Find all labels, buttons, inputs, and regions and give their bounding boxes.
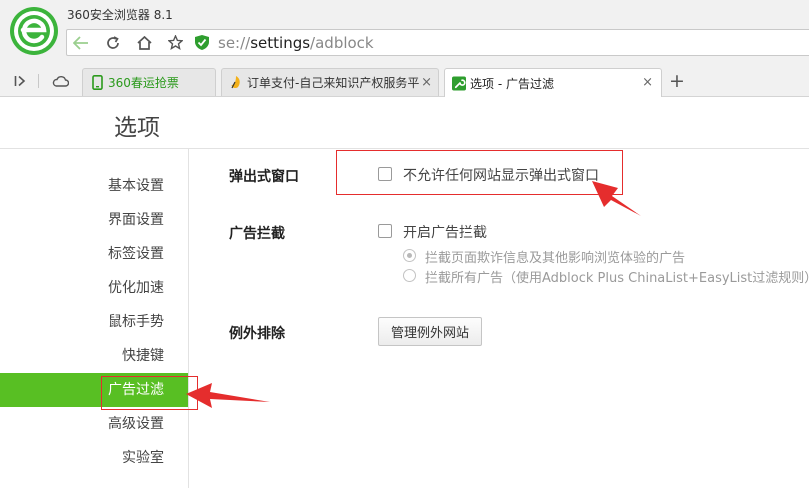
arrow-left-icon (73, 35, 88, 50)
home-button[interactable] (131, 30, 157, 55)
phone-icon (90, 75, 104, 91)
url-text[interactable]: se://settings/adblock (218, 34, 374, 52)
tab-adblock-settings[interactable]: 选项 - 广告过滤 × (444, 68, 662, 97)
divider (188, 149, 189, 488)
home-icon (136, 35, 152, 50)
tab-train-tickets[interactable]: 360春运抢票 (82, 68, 216, 96)
page-title: 选项 (114, 115, 160, 141)
annotation-arrow (186, 383, 270, 408)
adblock-option-all-radio[interactable] (403, 269, 416, 282)
annotation-highlight-box (101, 376, 198, 410)
annotation-highlight-box (336, 150, 623, 195)
new-tab-button[interactable]: + (667, 70, 687, 92)
address-bar[interactable]: se://settings/adblock (66, 29, 809, 56)
shield-check-icon (195, 35, 209, 50)
wrench-icon (452, 75, 466, 91)
tab-label: 订单支付-自己来知识产权服务平 (247, 76, 420, 90)
enable-adblock-label[interactable]: 开启广告拦截 (403, 222, 487, 242)
enable-adblock-checkbox[interactable] (378, 224, 392, 238)
close-tab-icon[interactable]: × (642, 75, 653, 90)
exceptions-section-label: 例外排除 (229, 326, 285, 342)
tab-bar: 360春运抢票 订单支付-自己来知识产权服务平 × 选项 - 广告过滤 × + (0, 66, 809, 97)
manage-exceptions-button[interactable]: 管理例外网站 (378, 317, 482, 346)
tab-order-payment[interactable]: 订单支付-自己来知识产权服务平 × (221, 68, 439, 96)
refresh-button[interactable] (100, 30, 126, 55)
adblock-option-fraud-radio[interactable] (403, 249, 416, 262)
cloud-icon (52, 76, 69, 87)
adblock-section-label: 广告拦截 (229, 226, 285, 242)
adblock-option-all-label[interactable]: 拦截所有广告（使用Adblock Plus ChinaList+EasyList… (425, 267, 809, 286)
tab-label: 360春运抢票 (108, 76, 179, 90)
refresh-icon (107, 35, 119, 49)
sidebar-toggle-icon (14, 75, 26, 87)
window-title: 360安全浏览器 8.1 (67, 8, 173, 22)
url-path: /adblock (310, 34, 374, 52)
nav-item-lab[interactable]: 实验室 (0, 441, 188, 475)
nav-item-shortcuts[interactable]: 快捷键 (0, 339, 188, 373)
adblock-option-fraud-label[interactable]: 拦截页面欺诈信息及其他影响浏览体验的广告 (425, 247, 685, 266)
nav-item-interface[interactable]: 界面设置 (0, 203, 188, 237)
toolbar-divider (38, 74, 39, 88)
favorite-button[interactable] (162, 30, 188, 55)
nav-item-tabs[interactable]: 标签设置 (0, 237, 188, 271)
site-favicon-icon (229, 75, 243, 91)
nav-item-basic[interactable]: 基本设置 (0, 169, 188, 203)
popup-section-label: 弹出式窗口 (229, 169, 299, 185)
close-tab-icon[interactable]: × (419, 75, 432, 90)
cloud-button[interactable] (49, 70, 71, 92)
nav-item-mouse-gestures[interactable]: 鼠标手势 (0, 305, 188, 339)
360-browser-logo-icon[interactable] (9, 6, 59, 56)
divider (0, 148, 809, 149)
url-scheme: se:// (218, 34, 251, 52)
browser-chrome: 360安全浏览器 8.1 se://settings/adblock 360春运… (0, 0, 809, 97)
nav-item-optimize[interactable]: 优化加速 (0, 271, 188, 305)
url-host: settings (250, 34, 311, 52)
tab-label: 选项 - 广告过滤 (470, 76, 554, 91)
sidebar-toggle-button[interactable] (9, 70, 31, 92)
back-button[interactable] (68, 30, 94, 55)
star-icon (167, 35, 183, 50)
nav-item-advanced[interactable]: 高级设置 (0, 407, 188, 441)
